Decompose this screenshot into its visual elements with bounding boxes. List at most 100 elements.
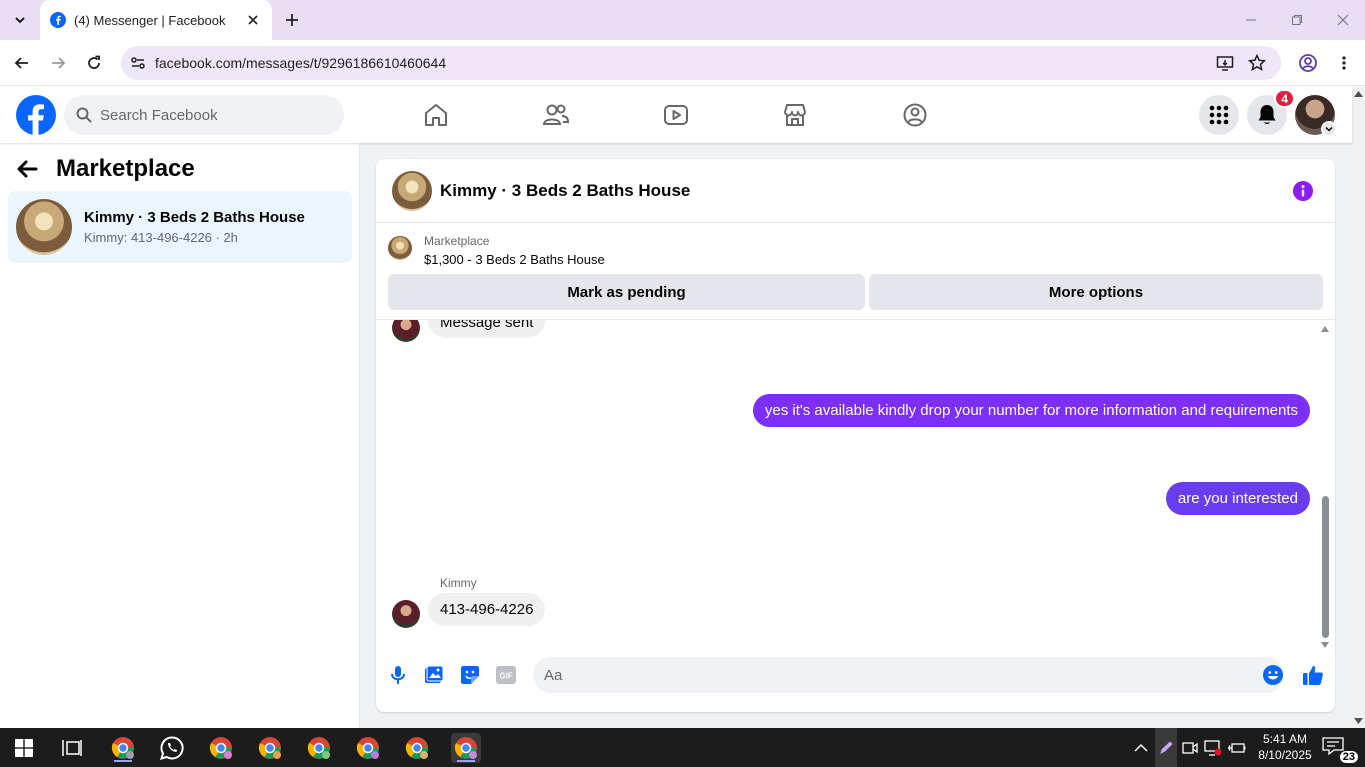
close-icon bbox=[248, 15, 258, 25]
nav-home[interactable] bbox=[420, 99, 452, 131]
page-scrollbar[interactable] bbox=[1352, 87, 1365, 728]
taskbar-clock[interactable]: 5:41 AM 8/10/2025 bbox=[1253, 731, 1317, 763]
chevron-down-icon bbox=[1325, 126, 1333, 132]
chrome-taskbar-1[interactable] bbox=[108, 733, 138, 763]
sender-avatar bbox=[392, 600, 420, 628]
browser-toolbar: facebook.com/messages/t/9296186610460644 bbox=[0, 40, 1365, 86]
bookmark-star-icon[interactable] bbox=[1247, 53, 1267, 73]
chat-header[interactable]: Kimmy · 3 Beds 2 Baths House bbox=[376, 159, 1335, 223]
chrome-taskbar-5[interactable] bbox=[353, 733, 383, 763]
nav-video[interactable] bbox=[660, 99, 692, 131]
notification-center-button[interactable]: 23 bbox=[1322, 737, 1358, 763]
facebook-logo[interactable] bbox=[16, 95, 56, 135]
account-avatar[interactable] bbox=[1295, 95, 1337, 137]
tray-overflow-button[interactable] bbox=[1131, 738, 1151, 758]
tab-search-button[interactable] bbox=[6, 6, 34, 34]
arrow-left-icon bbox=[17, 160, 38, 178]
site-info-icon[interactable] bbox=[129, 54, 147, 72]
browser-menu-button[interactable] bbox=[1330, 49, 1358, 77]
info-button[interactable] bbox=[1293, 181, 1313, 201]
chrome-taskbar-6[interactable] bbox=[402, 733, 432, 763]
like-button[interactable] bbox=[1301, 663, 1325, 687]
browser-tab[interactable]: (4) Messenger | Facebook bbox=[40, 0, 272, 40]
listing-price[interactable]: $1,300 - 3 Beds 2 Baths House bbox=[424, 252, 605, 267]
forward-button[interactable] bbox=[44, 49, 72, 77]
chrome-taskbar-2[interactable] bbox=[206, 733, 236, 763]
nav-friends[interactable] bbox=[540, 99, 572, 131]
facebook-search-input[interactable]: Search Facebook bbox=[64, 95, 344, 135]
tray-battery-button[interactable] bbox=[1227, 738, 1247, 758]
emoji-icon bbox=[1263, 665, 1283, 685]
mark-as-pending-button[interactable]: Mark as pending bbox=[388, 274, 865, 310]
gaming-icon bbox=[903, 103, 927, 127]
chrome-icon bbox=[356, 737, 379, 759]
notification-badge: 4 bbox=[1274, 89, 1295, 108]
gif-icon: GIF bbox=[496, 666, 516, 684]
bell-icon bbox=[1258, 105, 1276, 124]
conversation-item[interactable]: Kimmy · 3 Beds 2 Baths House Kimmy: 413-… bbox=[8, 191, 352, 263]
video-icon bbox=[664, 105, 688, 125]
svg-text:GIF: GIF bbox=[499, 672, 512, 681]
voice-clip-button[interactable] bbox=[386, 663, 410, 687]
address-bar[interactable]: facebook.com/messages/t/9296186610460644 bbox=[121, 46, 1281, 80]
message-list[interactable]: Message sent yes it's available kindly d… bbox=[376, 320, 1335, 650]
back-arrow-button[interactable] bbox=[16, 159, 38, 179]
minimize-button[interactable] bbox=[1228, 0, 1274, 40]
emoji-button[interactable] bbox=[1261, 663, 1285, 687]
battery-plug-icon bbox=[1228, 743, 1246, 753]
listing-label: Marketplace bbox=[424, 234, 490, 248]
message-composer: GIF Aa bbox=[376, 650, 1335, 712]
windows-taskbar: 5:41 AM 8/10/2025 23 bbox=[0, 728, 1365, 767]
taskbar-active-indicator bbox=[457, 760, 475, 762]
window-close-button[interactable] bbox=[1320, 0, 1365, 40]
restore-icon bbox=[1292, 15, 1302, 25]
search-icon bbox=[76, 107, 92, 123]
gif-button[interactable]: GIF bbox=[494, 663, 518, 687]
chrome-taskbar-3[interactable] bbox=[255, 733, 285, 763]
start-button[interactable] bbox=[9, 733, 39, 763]
listing-banner: Marketplace $1,300 - 3 Beds 2 Baths Hous… bbox=[376, 224, 1335, 320]
photo-icon bbox=[425, 665, 444, 683]
grid-menu-icon bbox=[1209, 105, 1229, 125]
chrome-taskbar-7[interactable] bbox=[451, 733, 481, 763]
message-bubble-incoming: Message sent bbox=[428, 320, 546, 338]
message-input[interactable]: Aa bbox=[533, 657, 1284, 693]
message-bubble-outgoing: yes it's available kindly drop your numb… bbox=[752, 394, 1310, 427]
friends-icon bbox=[542, 104, 570, 125]
attach-photo-button[interactable] bbox=[422, 663, 446, 687]
menu-button[interactable] bbox=[1199, 95, 1239, 135]
back-button[interactable] bbox=[8, 49, 36, 77]
task-view-button[interactable] bbox=[57, 733, 87, 763]
chrome-icon bbox=[258, 737, 281, 759]
scrollbar-thumb[interactable] bbox=[1322, 496, 1329, 638]
tray-pen-button[interactable] bbox=[1155, 728, 1177, 767]
chat-panel: Kimmy · 3 Beds 2 Baths House Marketplace… bbox=[376, 159, 1335, 712]
windows-logo-icon bbox=[15, 739, 33, 757]
task-view-icon bbox=[62, 740, 82, 756]
new-tab-button[interactable] bbox=[280, 8, 304, 32]
chat-thumbnail bbox=[392, 170, 432, 211]
tray-monitor-button[interactable] bbox=[1203, 738, 1223, 758]
chrome-icon bbox=[209, 737, 232, 759]
sender-avatar bbox=[392, 320, 420, 342]
nav-marketplace[interactable] bbox=[779, 99, 811, 131]
restore-button[interactable] bbox=[1274, 0, 1320, 40]
notifications-button[interactable]: 4 bbox=[1247, 89, 1295, 135]
browser-tab-bar: (4) Messenger | Facebook bbox=[0, 0, 1365, 40]
profile-button[interactable] bbox=[1294, 49, 1322, 77]
whatsapp-taskbar[interactable] bbox=[157, 733, 187, 763]
install-app-icon[interactable] bbox=[1215, 53, 1235, 73]
chrome-taskbar-4[interactable] bbox=[304, 733, 334, 763]
chevron-down-icon bbox=[15, 17, 25, 24]
nav-gaming[interactable] bbox=[899, 99, 931, 131]
scroll-up-icon bbox=[1321, 326, 1329, 332]
reload-button[interactable] bbox=[80, 49, 108, 77]
facebook-logo-icon bbox=[16, 95, 56, 135]
chrome-icon bbox=[454, 737, 477, 759]
tray-meet-button[interactable] bbox=[1180, 738, 1200, 758]
sticker-button[interactable] bbox=[458, 663, 482, 687]
message-scrollbar[interactable] bbox=[1321, 326, 1329, 648]
scroll-up-icon bbox=[1354, 91, 1363, 97]
more-options-button[interactable]: More options bbox=[869, 274, 1323, 310]
tab-close-button[interactable] bbox=[244, 11, 262, 29]
